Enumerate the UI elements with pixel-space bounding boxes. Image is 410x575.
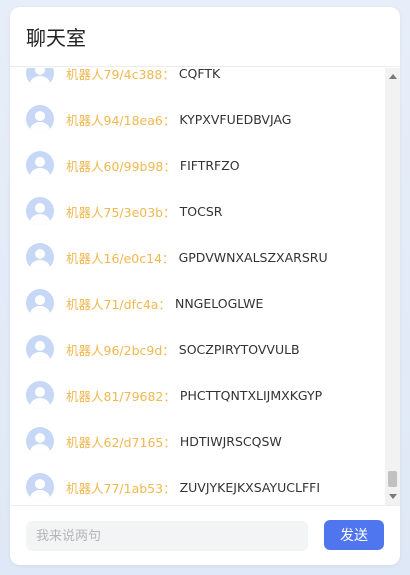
message-text: PHCTTQNTXLIJMXKGYP [179, 387, 323, 403]
sender-name: 机器人62/d7165 [66, 434, 164, 450]
avatar-icon [26, 427, 54, 455]
name-separator: ： [162, 112, 176, 128]
list-item: 机器人79/4c388： CQFTK [26, 68, 220, 88]
avatar-icon [26, 289, 54, 317]
message-list[interactable]: 机器人79/4c388： CQFTK 机器人94/18ea6： KYPXVFUE… [10, 68, 385, 505]
sender-name: 机器人96/2bc9d [66, 342, 163, 358]
message-input[interactable] [26, 521, 308, 551]
list-item: 机器人77/1ab53： ZUVJYKEJKXSAYUCLFFI [26, 472, 320, 502]
scroll-down-arrow-icon[interactable] [389, 494, 397, 499]
chat-panel: 聊天室 机器人79/4c388： CQFTK 机器人94/18ea6： KYPX… [10, 7, 400, 565]
page-title: 聊天室 [26, 26, 86, 50]
list-item: 机器人71/dfc4a： NNGELOGLWE [26, 288, 263, 318]
scrollbar-thumb[interactable] [388, 471, 397, 487]
avatar-icon [26, 197, 54, 225]
name-separator: ： [162, 342, 175, 358]
message-text: TOCSR [179, 203, 223, 219]
name-separator: ： [163, 434, 176, 450]
sender-name: 机器人77/1ab53 [66, 480, 164, 496]
name-separator: ： [158, 296, 171, 312]
scroll-up-arrow-icon[interactable] [389, 74, 397, 79]
avatar-icon [26, 473, 54, 501]
list-item: 机器人81/79682： PHCTTQNTXLIJMXKGYP [26, 380, 322, 410]
sender-name: 机器人71/dfc4a [66, 296, 159, 312]
sender-name: 机器人60/99b98 [66, 158, 164, 174]
list-item: 机器人75/3e03b： TOCSR [26, 196, 222, 226]
message-text: SOCZPIRYTOVVULB [178, 341, 300, 357]
list-item: 机器人62/d7165： HDTIWJRSCQSW [26, 426, 282, 456]
list-item: 机器人60/99b98： FIFTRFZO [26, 150, 240, 180]
message-text: GPDVWNXALSZXARSRU [178, 249, 328, 265]
name-separator: ： [163, 158, 176, 174]
list-item: 机器人96/2bc9d： SOCZPIRYTOVVULB [26, 334, 300, 364]
sender-name: 机器人75/3e03b [66, 204, 164, 220]
sender-name: 机器人81/79682 [66, 388, 164, 404]
sender-name: 机器人79/4c388 [66, 68, 163, 82]
message-text: FIFTRFZO [179, 157, 240, 173]
avatar-icon [26, 335, 54, 363]
message-text: HDTIWJRSCQSW [179, 433, 282, 449]
send-button[interactable]: 发送 [324, 520, 384, 550]
name-separator: ： [162, 250, 175, 266]
message-text: NNGELOGLWE [174, 295, 264, 311]
message-text: KYPXVFUEDBVJAG [179, 111, 292, 127]
sender-name: 机器人16/e0c14 [66, 250, 163, 266]
avatar-icon [26, 243, 54, 271]
message-text: ZUVJYKEJKXSAYUCLFFI [179, 479, 321, 495]
scrollbar[interactable] [385, 68, 400, 505]
list-item: 机器人16/e0c14： GPDVWNXALSZXARSRU [26, 242, 328, 272]
composer: 发送 [10, 505, 400, 565]
name-separator: ： [163, 388, 176, 404]
name-separator: ： [162, 68, 175, 82]
avatar-icon [26, 68, 54, 87]
list-item: 机器人94/18ea6： KYPXVFUEDBVJAG [26, 104, 291, 134]
avatar-icon [26, 151, 54, 179]
name-separator: ： [163, 480, 176, 496]
sender-name: 机器人94/18ea6 [66, 112, 163, 128]
message-text: CQFTK [178, 68, 221, 81]
avatar-icon [26, 105, 54, 133]
name-separator: ： [163, 204, 176, 220]
chat-header: 聊天室 [10, 7, 400, 67]
avatar-icon [26, 381, 54, 409]
